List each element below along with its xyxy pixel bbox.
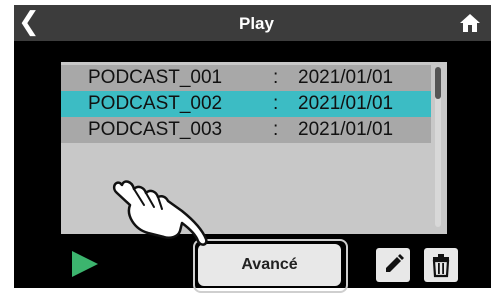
separator: : <box>273 67 279 88</box>
device-screen: ❮ Play PODCAST_001 : 2021/01/01 PODCAST_… <box>14 5 491 293</box>
trash-icon <box>432 254 450 278</box>
file-row[interactable]: PODCAST_003 : 2021/01/01 <box>61 117 431 143</box>
file-name: PODCAST_002 <box>88 93 223 114</box>
pencil-icon <box>386 254 404 272</box>
edit-button[interactable] <box>376 248 410 282</box>
separator: : <box>273 119 279 140</box>
file-name: PODCAST_003 <box>88 119 223 140</box>
file-date: 2021/01/01 <box>298 67 394 88</box>
title-bar: ❮ Play <box>14 5 491 41</box>
play-icon[interactable] <box>72 251 98 277</box>
file-date: 2021/01/01 <box>298 119 394 140</box>
file-date: 2021/01/01 <box>298 93 394 114</box>
page-title: Play <box>239 14 274 33</box>
scrollbar[interactable] <box>435 67 441 227</box>
separator: : <box>273 93 279 114</box>
advanced-button[interactable]: Avancé <box>198 244 341 286</box>
file-name: PODCAST_001 <box>88 67 223 88</box>
file-row-selected[interactable]: PODCAST_002 : 2021/01/01 <box>61 91 431 117</box>
pointing-hand-icon <box>112 180 208 246</box>
delete-button[interactable] <box>424 248 458 282</box>
scrollbar-thumb[interactable] <box>435 67 441 99</box>
file-row[interactable]: PODCAST_001 : 2021/01/01 <box>61 65 431 91</box>
home-icon[interactable] <box>459 13 481 33</box>
